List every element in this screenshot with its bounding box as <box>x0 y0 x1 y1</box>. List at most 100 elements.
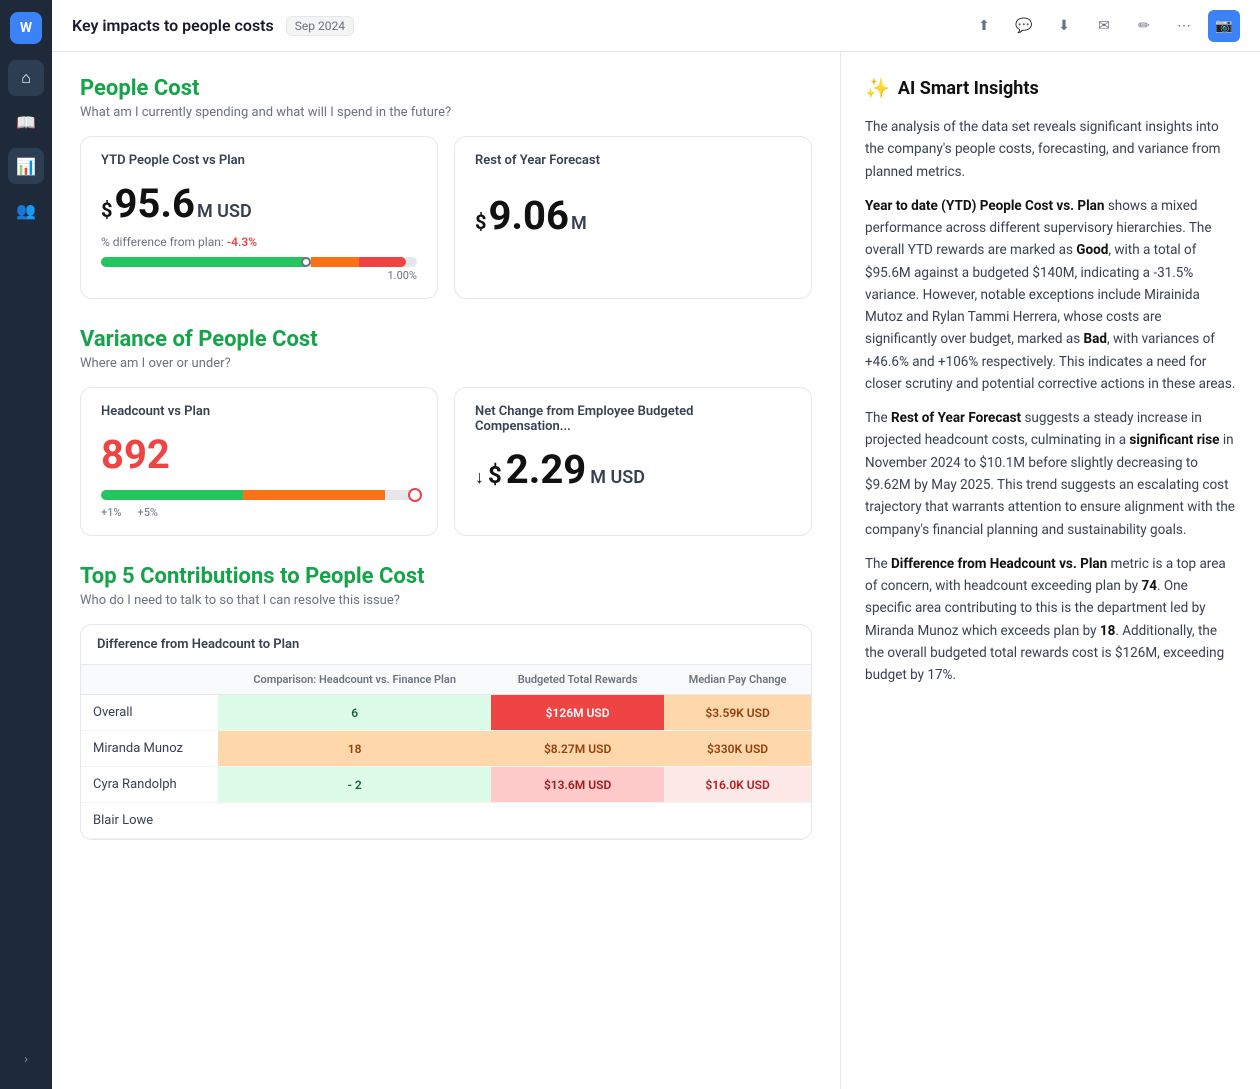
net-change-label: Net Change from Employee Budgeted Compen… <box>475 404 791 434</box>
headcount-metric: 892 <box>101 431 417 478</box>
ytd-card-label: YTD People Cost vs Plan <box>101 153 417 168</box>
row-name-cyra: Cyra Randolph <box>81 767 218 803</box>
blair-comparison <box>218 803 491 839</box>
sidebar-item-analytics[interactable]: 📊 <box>8 148 44 184</box>
table-row: Overall 6 $126M USD $3.59K USD <box>81 695 811 731</box>
miranda-median: $330K USD <box>664 731 811 767</box>
progress-orange-segment <box>311 257 358 267</box>
people-cost-subtitle: What am I currently spending and what wi… <box>80 105 812 120</box>
net-value: 2.29 <box>506 446 586 493</box>
insight-p3: The Rest of Year Forecast suggests a ste… <box>865 407 1236 541</box>
forecast-value: 9.06 <box>488 192 568 239</box>
forecast-suffix: M <box>571 213 587 234</box>
cyra-budgeted: $13.6M USD <box>491 767 664 803</box>
ytd-progress-bar <box>101 257 417 267</box>
date-badge: Sep 2024 <box>286 16 354 36</box>
net-suffix: M USD <box>590 467 645 488</box>
right-panel: ✨ AI Smart Insights The analysis of the … <box>840 52 1260 1089</box>
hc-label-5: +5% <box>137 506 157 519</box>
net-dollar: $ <box>488 461 502 489</box>
topbar-actions: ⬆ 💬 ⬇ ✉ ✏ ⋯ 📷 <box>968 10 1240 42</box>
sidebar-item-people[interactable]: 👥 <box>8 192 44 228</box>
ytd-suffix: M USD <box>197 201 252 222</box>
overall-budgeted: $126M USD <box>491 695 664 731</box>
ytd-dollar: $ <box>101 198 112 222</box>
headcount-value: 892 <box>101 431 170 478</box>
col-name <box>81 665 218 695</box>
insight-p1: The analysis of the data set reveals sig… <box>865 116 1236 183</box>
headcount-card: Headcount vs Plan 892 +1% +5% <box>80 387 438 536</box>
row-name-miranda: Miranda Munoz <box>81 731 218 767</box>
hc-labels: +1% +5% <box>101 506 417 519</box>
forecast-card: Rest of Year Forecast $ 9.06 M <box>454 136 812 299</box>
headcount-label: Headcount vs Plan <box>101 404 417 419</box>
net-change-metric: ↓ $ 2.29 M USD <box>475 446 791 493</box>
table-row: Miranda Munoz 18 $8.27M USD $330K USD <box>81 731 811 767</box>
main-container: Key impacts to people costs Sep 2024 ⬆ 💬… <box>52 0 1260 1089</box>
ytd-value: 95.6 <box>114 180 194 227</box>
col-comparison: Comparison: Headcount vs. Finance Plan <box>218 665 491 695</box>
cyra-median: $16.0K USD <box>664 767 811 803</box>
top5-title: Top 5 Contributions to People Cost <box>80 564 812 589</box>
ytd-metric: $ 95.6 M USD <box>101 180 417 227</box>
ytd-diff-text: % difference from plan: -4.3% <box>101 235 417 249</box>
table-row: Cyra Randolph - 2 $13.6M USD $16.0K USD <box>81 767 811 803</box>
miranda-budgeted: $8.27M USD <box>491 731 664 767</box>
overall-median: $3.59K USD <box>664 695 811 731</box>
top5-subtitle: Who do I need to talk to so that I can r… <box>80 593 812 608</box>
sidebar: W ⌂ 📖 📊 👥 › <box>0 0 52 1089</box>
table-header-bar: Difference from Headcount to Plan <box>81 625 811 665</box>
progress-red-segment <box>359 257 406 267</box>
download-button[interactable]: ⬇ <box>1048 10 1080 42</box>
ytd-diff-value: -4.3% <box>227 235 257 249</box>
sidebar-item-home[interactable]: ⌂ <box>8 60 44 96</box>
comment-button[interactable]: 💬 <box>1008 10 1040 42</box>
blair-median <box>664 803 811 839</box>
net-change-card: Net Change from Employee Budgeted Compen… <box>454 387 812 536</box>
progress-dot <box>301 257 311 267</box>
edit-button[interactable]: ✏ <box>1128 10 1160 42</box>
overall-comparison: 6 <box>218 695 491 731</box>
left-panel: People Cost What am I currently spending… <box>52 52 840 1089</box>
cyra-comparison: - 2 <box>218 767 491 803</box>
progress-green-segment <box>101 257 306 267</box>
headcount-progress: +1% +5% <box>101 490 417 519</box>
more-button[interactable]: ⋯ <box>1168 10 1200 42</box>
variance-cards: Headcount vs Plan 892 +1% +5% <box>80 387 812 536</box>
content-area: People Cost What am I currently spending… <box>52 52 1260 1089</box>
email-button[interactable]: ✉ <box>1088 10 1120 42</box>
forecast-dollar: $ <box>475 210 486 234</box>
top5-table-card: Difference from Headcount to Plan Compar… <box>80 624 812 840</box>
camera-button[interactable]: 📷 <box>1208 10 1240 42</box>
ytd-percent: 1.00% <box>101 269 417 282</box>
col-budgeted: Budgeted Total Rewards <box>491 665 664 695</box>
ai-header: ✨ AI Smart Insights <box>865 76 1236 100</box>
topbar: Key impacts to people costs Sep 2024 ⬆ 💬… <box>52 0 1260 52</box>
col-median: Median Pay Change <box>664 665 811 695</box>
row-name-blair: Blair Lowe <box>81 803 218 839</box>
sidebar-logo[interactable]: W <box>10 12 42 44</box>
variance-title: Variance of People Cost <box>80 327 812 352</box>
people-cost-title: People Cost <box>80 76 812 101</box>
hc-green-segment <box>101 490 243 500</box>
star-icon: ✨ <box>865 76 890 100</box>
hc-track <box>101 490 417 500</box>
sidebar-collapse-button[interactable]: › <box>8 1041 44 1077</box>
page-title: Key impacts to people costs <box>72 16 274 35</box>
forecast-label: Rest of Year Forecast <box>475 153 791 168</box>
hc-label-1: +1% <box>101 506 121 519</box>
insight-p2: Year to date (YTD) People Cost vs. Plan … <box>865 195 1236 395</box>
row-name-overall: Overall <box>81 695 218 731</box>
hc-dot <box>408 488 422 502</box>
arrow-down-icon: ↓ <box>475 467 484 488</box>
top5-table: Comparison: Headcount vs. Finance Plan B… <box>81 665 811 839</box>
variance-subtitle: Where am I over or under? <box>80 356 812 371</box>
blair-budgeted <box>491 803 664 839</box>
forecast-metric: $ 9.06 M <box>475 192 791 239</box>
table-row: Blair Lowe <box>81 803 811 839</box>
upload-button[interactable]: ⬆ <box>968 10 1000 42</box>
hc-orange-segment <box>243 490 385 500</box>
ytd-card: YTD People Cost vs Plan $ 95.6 M USD % d… <box>80 136 438 299</box>
ai-title: AI Smart Insights <box>898 78 1039 99</box>
sidebar-item-library[interactable]: 📖 <box>8 104 44 140</box>
